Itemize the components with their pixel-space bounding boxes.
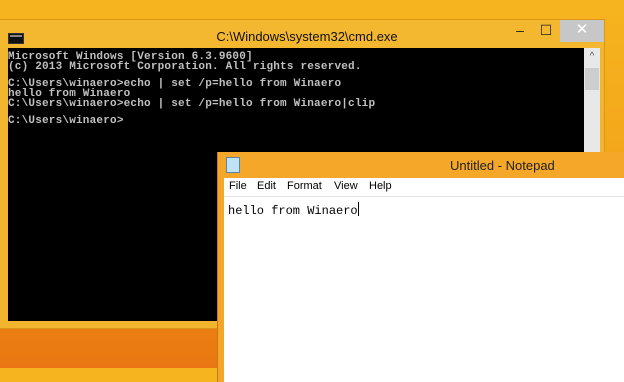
- notepad-window-title: Untitled - Notepad: [450, 158, 555, 173]
- menu-help[interactable]: Help: [369, 180, 392, 192]
- menu-format[interactable]: Format: [287, 180, 322, 192]
- notepad-menubar: File Edit Format View Help: [224, 178, 624, 197]
- cmd-titlebar[interactable]: C:\Windows\system32\cmd.exe – ☐ ✕: [0, 20, 604, 48]
- notepad-app-icon[interactable]: [226, 157, 240, 173]
- console-prompt: C:\Users\winaero>: [8, 115, 124, 127]
- notepad-window[interactable]: Untitled - Notepad File Edit Format View…: [218, 152, 624, 382]
- close-button[interactable]: ✕: [560, 20, 604, 42]
- console-line: C:\Users\winaero>echo | set /p=hello fro…: [8, 98, 376, 110]
- notepad-text-area[interactable]: hello from Winaero: [224, 197, 624, 382]
- text-caret: [357, 202, 359, 216]
- notepad-titlebar[interactable]: Untitled - Notepad: [218, 152, 624, 178]
- notepad-text: hello from Winaero: [228, 204, 358, 218]
- menu-edit[interactable]: Edit: [257, 180, 276, 192]
- menu-view[interactable]: View: [334, 180, 358, 192]
- console-line: (c) 2013 Microsoft Corporation. All righ…: [8, 61, 362, 73]
- minimize-button[interactable]: –: [507, 20, 533, 42]
- scroll-up-arrow-icon[interactable]: ^: [584, 50, 600, 64]
- menu-file[interactable]: File: [229, 180, 247, 192]
- scroll-thumb[interactable]: [585, 68, 599, 90]
- maximize-button[interactable]: ☐: [533, 20, 559, 42]
